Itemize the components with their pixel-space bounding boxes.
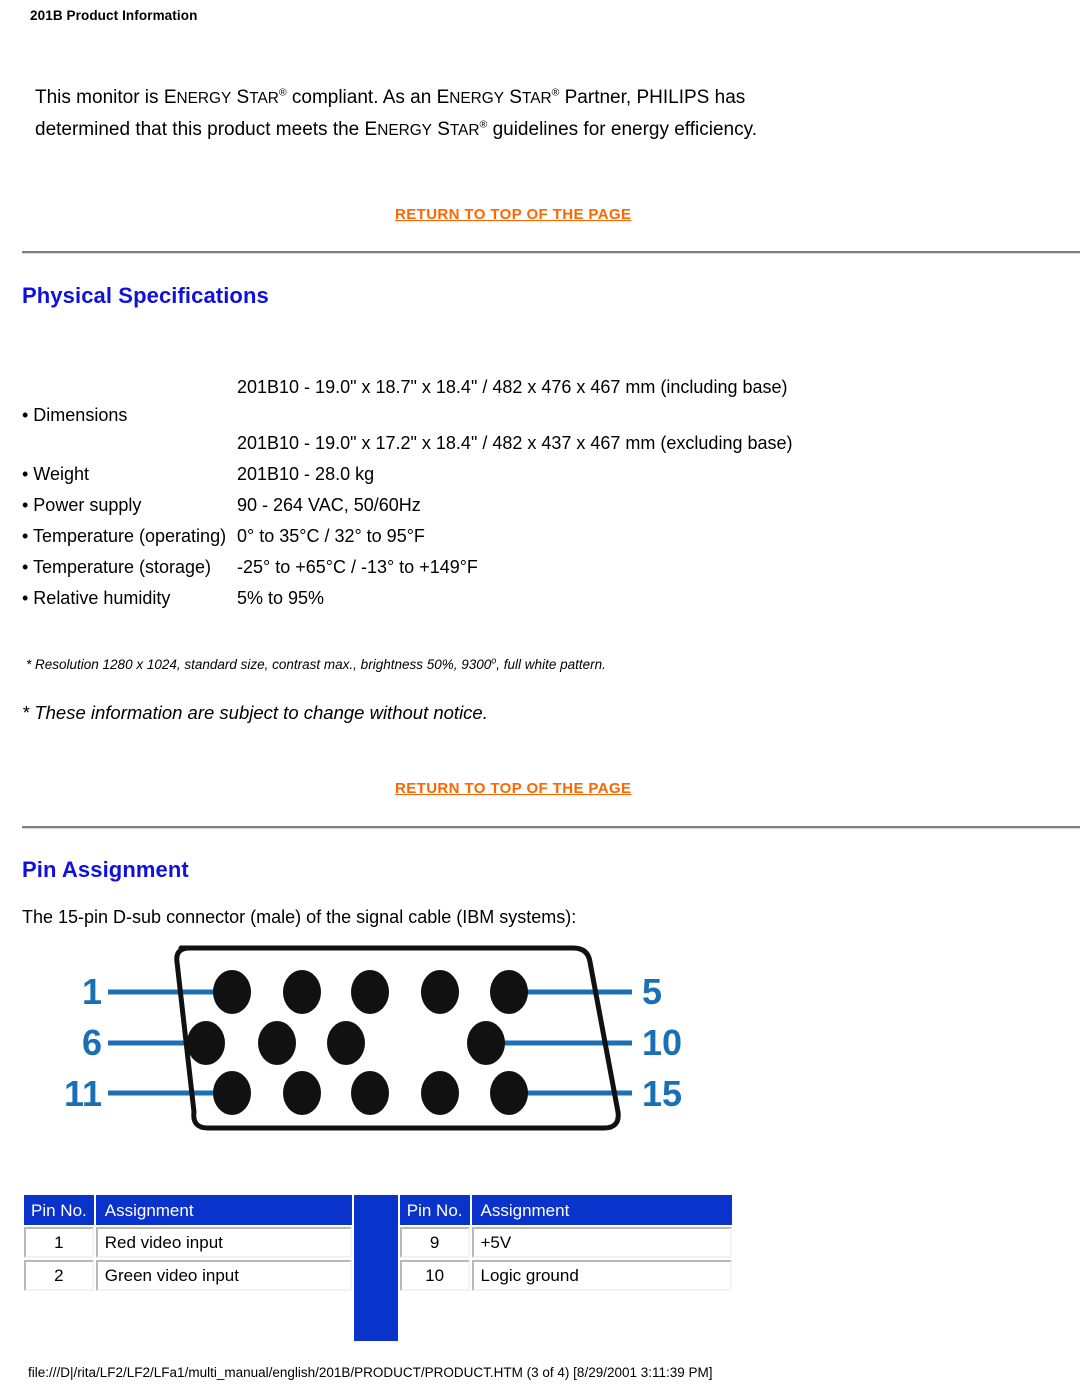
intro-as-an: As an: [382, 87, 437, 108]
pin-5: [490, 970, 528, 1014]
pin-13: [351, 1071, 389, 1115]
registered-icon-1: ®: [278, 86, 287, 99]
pin-3: [351, 970, 389, 1014]
table-row: 1 Red video input: [24, 1227, 352, 1258]
spec-value-temperature-operating: 0° to 35°C / 32° to 95°F: [237, 526, 425, 546]
footer-file-path: file:///D|/rita/LF2/LF2/LFa1/multi_manua…: [28, 1365, 713, 1380]
cell-assignment: +5V: [471, 1227, 732, 1258]
cell-pin-no: 1: [24, 1227, 94, 1258]
intro-part3: Partner,: [559, 87, 637, 108]
energy-star-text-1: ENERGY STAR: [163, 87, 279, 108]
column-header-assignment-left: Assignment: [95, 1195, 352, 1225]
pin-table-left: Pin No. Assignment 1 Red video input 2 G…: [22, 1193, 354, 1293]
pin-row-bottom: [213, 1071, 528, 1115]
pin-label-6: 6: [82, 1022, 102, 1063]
pin-label-15: 15: [642, 1073, 682, 1114]
cell-pin-no: 2: [24, 1260, 94, 1291]
table-row: • Relative humidity 5% to 95%: [22, 583, 882, 614]
pin-label-10: 10: [642, 1022, 682, 1063]
spec-label-temperature-operating: • Temperature (operating): [22, 526, 227, 546]
spec-value-temperature-storage: -25° to +65°C / -13° to +149°F: [237, 557, 478, 577]
intro-part1: This monitor is: [35, 87, 164, 108]
footnote-resolution-text-a: * Resolution 1280 x 1024, standard size,…: [26, 657, 492, 672]
spec-spacer: [237, 403, 882, 428]
spec-value-weight: 201B10 - 28.0 kg: [237, 464, 375, 484]
cell-assignment: Red video input: [95, 1227, 352, 1258]
page-header-title: 201B Product Information: [30, 8, 198, 23]
return-to-top-link-2[interactable]: RETURN TO TOP OF THE PAGE: [395, 780, 631, 797]
table-header-row: Pin No. Assignment: [399, 1195, 732, 1225]
spec-value-power-supply: 90 - 264 VAC, 50/60Hz: [237, 495, 421, 515]
energy-star-mark-2: ENERGY STAR®: [437, 87, 560, 108]
table-row: • Weight 201B10 - 28.0 kg: [22, 459, 882, 490]
energy-star-text-2: ENERGY STAR: [436, 87, 552, 108]
horizontal-rule-1: [22, 251, 1080, 254]
pin-label-11: 11: [64, 1073, 102, 1114]
intro-part2: compliant.: [286, 87, 383, 108]
return-to-top-link-1[interactable]: RETURN TO TOP OF THE PAGE: [395, 206, 631, 223]
dimensions-including-base: 201B10 - 19.0" x 18.7" x 18.4" / 482 x 4…: [237, 377, 788, 397]
pin-assignment-intro: The 15-pin D-sub connector (male) of the…: [22, 907, 577, 927]
page-title-pin-assignment: Pin Assignment: [22, 857, 189, 882]
intro-part5: guidelines for energy efficiency.: [487, 119, 757, 140]
dsub-connector-svg: 1 6 11 5 10 15: [64, 945, 682, 1131]
cell-pin-no: 10: [399, 1260, 470, 1291]
table-row: • Temperature (storage) -25° to +65°C / …: [22, 552, 882, 583]
page-title-physical-specifications: Physical Specifications: [22, 283, 269, 308]
pin-6: [187, 1021, 225, 1065]
table-row: 10 Logic ground: [399, 1260, 732, 1291]
spec-value-relative-humidity: 5% to 95%: [237, 588, 325, 608]
footnote-resolution-text-b: , full white pattern.: [496, 657, 606, 672]
pin-8: [327, 1021, 365, 1065]
table-row: 9 +5V: [399, 1227, 732, 1258]
spec-label-dimensions: • Dimensions: [22, 405, 128, 425]
spec-label-weight: • Weight: [22, 464, 89, 484]
energy-star-paragraph: This monitor is ENERGY STAR® compliant. …: [35, 82, 835, 146]
pin-4: [421, 970, 459, 1014]
pin-11: [213, 1071, 251, 1115]
footnote-subject-to-change: * These information are subject to chang…: [22, 702, 488, 723]
table-row: • Power supply 90 - 264 VAC, 50/60Hz: [22, 490, 882, 521]
spec-label-power-supply: • Power supply: [22, 495, 142, 515]
pin-15: [490, 1071, 528, 1115]
dimensions-excluding-base: 201B10 - 19.0" x 17.2" x 18.4" / 482 x 4…: [237, 433, 793, 453]
footnote-resolution: * Resolution 1280 x 1024, standard size,…: [26, 656, 606, 672]
energy-star-text-3: ENERGY STAR: [364, 119, 480, 140]
cell-pin-no: 9: [399, 1227, 470, 1258]
table-row: • Temperature (operating) 0° to 35°C / 3…: [22, 521, 882, 552]
horizontal-rule-2: [22, 826, 1080, 829]
column-header-assignment-right: Assignment: [471, 1195, 732, 1225]
pin-row-top: [213, 970, 528, 1014]
energy-star-mark-1: ENERGY STAR®: [164, 87, 287, 108]
table-row: • Dimensions 201B10 - 19.0" x 18.7" x 18…: [22, 372, 882, 459]
table-header-row: Pin No. Assignment: [24, 1195, 352, 1225]
column-header-pin-no-right: Pin No.: [399, 1195, 470, 1225]
pin-table-divider-block: [353, 1195, 398, 1341]
spec-label-temperature-storage: • Temperature (storage): [22, 557, 212, 577]
pin-table-right: Pin No. Assignment 9 +5V 10 Logic ground: [397, 1193, 734, 1293]
cell-assignment: Green video input: [95, 1260, 352, 1291]
table-row: 2 Green video input: [24, 1260, 352, 1291]
pin-assignment-tables: Pin No. Assignment 1 Red video input 2 G…: [22, 1193, 762, 1341]
pin-2: [283, 970, 321, 1014]
pin-row-middle: [187, 1021, 505, 1065]
spec-value-dimensions: 201B10 - 19.0" x 18.7" x 18.4" / 482 x 4…: [237, 372, 882, 459]
spec-label-relative-humidity: • Relative humidity: [22, 588, 171, 608]
pin-label-5: 5: [642, 971, 662, 1012]
pin-14: [421, 1071, 459, 1115]
physical-specifications-table: • Dimensions 201B10 - 19.0" x 18.7" x 18…: [22, 372, 882, 614]
pin-7: [258, 1021, 296, 1065]
dsub-connector-diagram: 1 6 11 5 10 15: [60, 940, 720, 1145]
cell-assignment: Logic ground: [471, 1260, 732, 1291]
pin-10: [467, 1021, 505, 1065]
philips-brand: PHILIPS: [636, 87, 710, 108]
pin-12: [283, 1071, 321, 1115]
pin-label-1: 1: [82, 971, 102, 1012]
pin-1: [213, 970, 251, 1014]
energy-star-mark-3: ENERGY STAR®: [365, 119, 488, 140]
column-header-pin-no-left: Pin No.: [24, 1195, 94, 1225]
